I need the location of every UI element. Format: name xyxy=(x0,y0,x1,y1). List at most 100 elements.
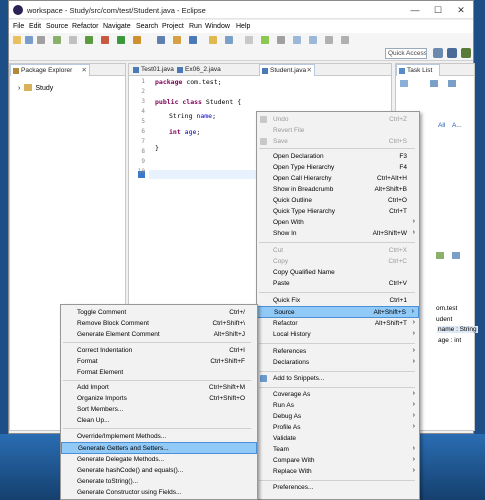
save-all-icon[interactable] xyxy=(37,36,45,44)
debug-perspective-icon[interactable] xyxy=(461,48,471,58)
menu-project[interactable]: Project xyxy=(162,23,184,30)
outline-filter-icon[interactable] xyxy=(452,252,460,259)
close-tab-icon[interactable]: ✕ xyxy=(82,65,87,77)
task-filter-icon[interactable] xyxy=(430,80,438,87)
debug-icon[interactable] xyxy=(85,36,93,44)
console-icon[interactable] xyxy=(69,36,77,44)
outline-package[interactable]: om.test xyxy=(436,305,457,312)
search-icon[interactable] xyxy=(225,36,233,44)
chevron-right-icon: › xyxy=(412,445,415,452)
tab-ex06-2-label: Ex06_2.java xyxy=(185,66,221,73)
menu-item-generate-getters-setters[interactable]: Generate Getters and Setters... xyxy=(61,442,257,454)
menu-file[interactable]: File xyxy=(13,23,24,30)
line-number: 8 xyxy=(141,148,145,155)
chevron-right-icon: › xyxy=(412,401,415,408)
build-icon[interactable] xyxy=(53,36,61,44)
line-number: 5 xyxy=(141,118,145,125)
external-tools-icon[interactable] xyxy=(133,36,141,44)
chevron-right-icon: › xyxy=(412,218,415,225)
menu-item-add-to-snippets[interactable]: Add to Snippets... xyxy=(257,373,419,385)
new-icon[interactable] xyxy=(13,36,21,44)
maximize-icon[interactable]: ☐ xyxy=(432,4,444,16)
code-line-7[interactable]: int age; xyxy=(169,128,200,136)
minimize-icon[interactable]: — xyxy=(409,4,421,16)
line-number: 7 xyxy=(141,138,145,145)
menu-source[interactable]: Source xyxy=(46,23,68,30)
code-line-9[interactable]: } xyxy=(155,144,159,152)
tab-package-explorer-label: Package Explorer xyxy=(21,67,73,74)
coverage-icon[interactable] xyxy=(101,36,109,44)
tab-student[interactable]: Student.java ✕ xyxy=(259,64,315,76)
menu-item-generate-element-comment[interactable]: Generate Element Comment Alt+Shift+J xyxy=(61,329,257,341)
new-java-project-icon[interactable] xyxy=(157,36,165,44)
code-line-3[interactable]: public class Student { xyxy=(155,98,241,106)
new-task-icon[interactable] xyxy=(400,80,408,87)
run-icon[interactable] xyxy=(117,36,125,44)
close-icon[interactable]: ✕ xyxy=(455,4,467,16)
menu-item-source[interactable]: Source Alt+Shift+S › xyxy=(257,306,419,318)
line-number: 10 xyxy=(137,168,145,175)
menu-run[interactable]: Run xyxy=(189,23,202,30)
title-bar: workspace - Study/src/com/test/Student.j… xyxy=(9,1,473,19)
filter-activate-link[interactable]: A... xyxy=(452,122,462,129)
chevron-right-icon: › xyxy=(412,347,415,354)
chevron-right-icon: › xyxy=(412,319,415,326)
java-perspective-icon[interactable] xyxy=(447,48,457,58)
tree-item-study[interactable]: › Study xyxy=(18,84,53,92)
menu-item-generate-constructor-fields[interactable]: Generate Constructor using Fields... xyxy=(61,487,257,499)
new-package-icon[interactable] xyxy=(173,36,181,44)
quick-access-input[interactable]: Quick Access xyxy=(385,48,427,59)
open-type-icon[interactable] xyxy=(209,36,217,44)
pin-icon[interactable] xyxy=(277,36,285,44)
back-icon[interactable] xyxy=(325,36,333,44)
menu-item-save[interactable]: Save Ctrl+S xyxy=(257,136,419,148)
menu-item-format-element[interactable]: Format Element xyxy=(61,367,257,379)
menu-separator xyxy=(63,380,252,381)
menu-item-show-in[interactable]: Show In Alt+Shift+W › xyxy=(257,228,419,240)
chevron-right-icon: › xyxy=(412,229,415,236)
menu-item-replace-with[interactable]: Replace With › xyxy=(257,466,419,478)
code-line-1[interactable]: package com.test; xyxy=(155,78,222,86)
menu-window[interactable]: Window xyxy=(205,23,230,30)
tab-test01[interactable]: Test01.java xyxy=(131,64,174,76)
menu-separator xyxy=(259,480,415,481)
outline-class[interactable]: udent xyxy=(436,316,452,323)
menu-search[interactable]: Search xyxy=(136,23,158,30)
menu-item-clean-up[interactable]: Clean Up... xyxy=(61,415,257,427)
line-number: 4 xyxy=(141,108,145,115)
code-line-5[interactable]: String name; xyxy=(169,112,216,120)
menu-item-local-history[interactable]: Local History › xyxy=(257,329,419,341)
code-text: } xyxy=(155,144,159,152)
tab-ex06-2[interactable]: Ex06_2.java xyxy=(175,64,225,76)
editor-context-menu: Undo Ctrl+Z Revert File Save Ctrl+S Open D… xyxy=(256,111,420,500)
tab-package-explorer[interactable]: Package Explorer ✕ xyxy=(10,64,90,76)
new-class-icon[interactable] xyxy=(189,36,197,44)
menu-help[interactable]: Help xyxy=(236,23,250,30)
save-icon[interactable] xyxy=(25,36,33,44)
menu-item-paste[interactable]: Paste Ctrl+V xyxy=(257,278,419,290)
prev-annotation-icon[interactable] xyxy=(309,36,317,44)
perspective-icon[interactable] xyxy=(433,48,443,58)
line-number: 6 xyxy=(141,128,145,135)
menu-separator xyxy=(259,148,415,149)
task-list-view-icon[interactable] xyxy=(448,80,456,87)
filter-all-link[interactable]: All xyxy=(438,122,445,129)
forward-icon[interactable] xyxy=(341,36,349,44)
snippets-icon xyxy=(260,375,267,382)
menu-navigate[interactable]: Navigate xyxy=(103,23,131,30)
code-text: Student { xyxy=(201,98,242,106)
outline-field-age[interactable]: age : int xyxy=(438,337,461,344)
annotation-icon[interactable] xyxy=(245,36,253,44)
next-annotation-icon[interactable] xyxy=(293,36,301,44)
outline-sort-icon[interactable] xyxy=(436,252,444,259)
outline-field-name[interactable]: name : String xyxy=(437,326,478,333)
chevron-right-icon[interactable]: › xyxy=(18,85,20,92)
menu-item-preferences[interactable]: Preferences... xyxy=(257,482,419,494)
highlight-icon[interactable] xyxy=(261,36,269,44)
menu-refactor[interactable]: Refactor xyxy=(72,23,98,30)
package-explorer-icon xyxy=(13,68,19,74)
close-tab-icon[interactable]: ✕ xyxy=(307,65,312,77)
menu-edit[interactable]: Edit xyxy=(29,23,41,30)
tab-task-list[interactable]: Task List xyxy=(396,64,440,76)
menu-item-declarations[interactable]: Declarations › xyxy=(257,357,419,369)
